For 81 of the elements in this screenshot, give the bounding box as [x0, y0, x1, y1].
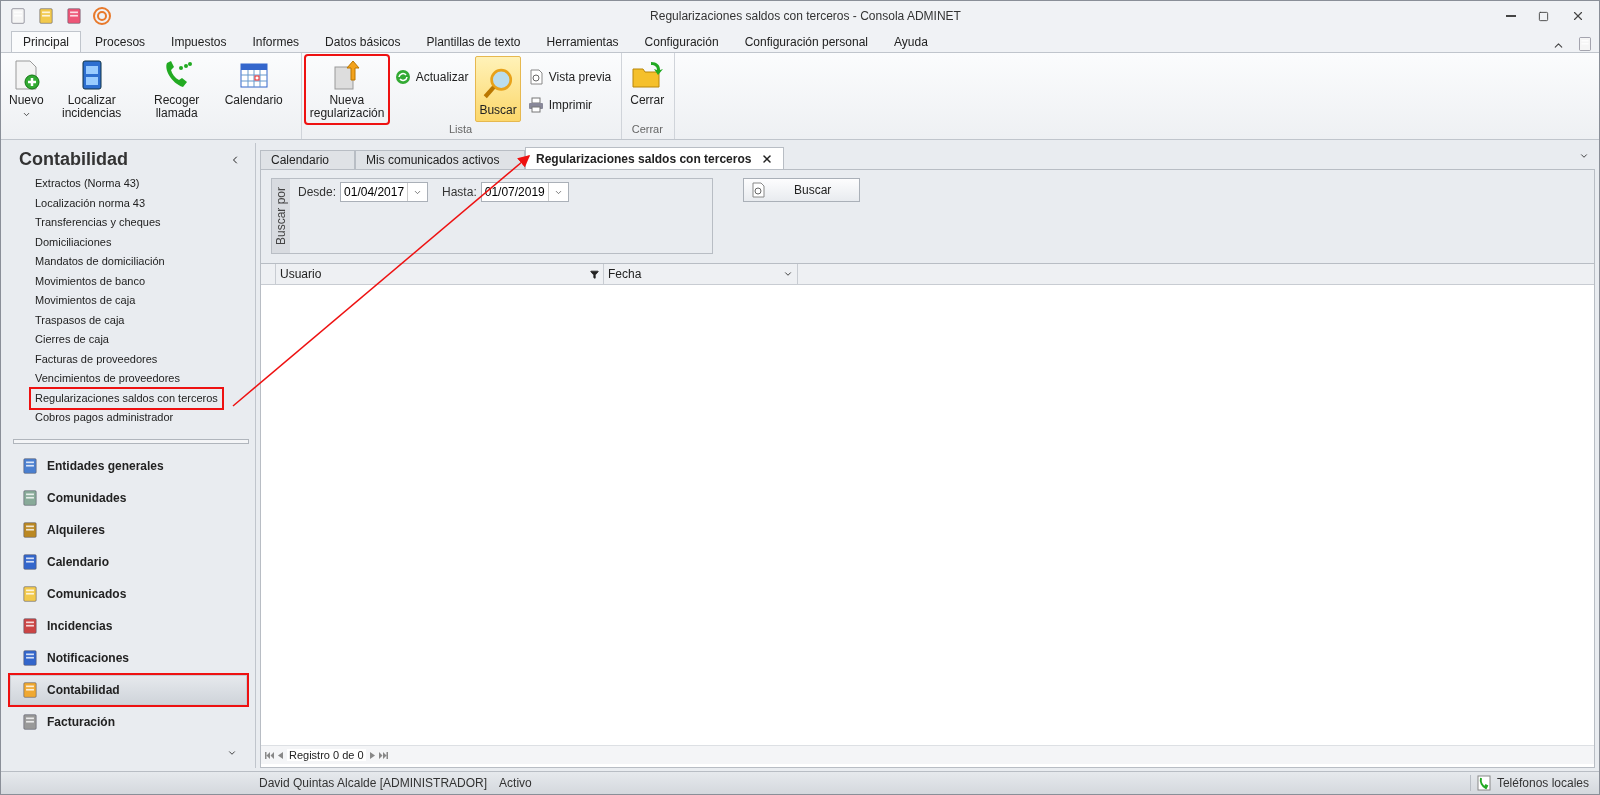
sidebar-link[interactable]: Localización norma 43: [31, 193, 150, 213]
tab-list-icon[interactable]: [1579, 151, 1589, 161]
sort-icon[interactable]: [783, 269, 793, 279]
sidebar-link[interactable]: Traspasos de caja: [31, 310, 129, 330]
sidebar-link[interactable]: Mandatos de domiciliación: [31, 252, 169, 272]
document-tab[interactable]: Mis comunicados activos: [355, 150, 525, 169]
last-icon[interactable]: [378, 751, 388, 759]
nav-item[interactable]: Notificaciones: [10, 643, 247, 673]
date-field[interactable]: 01/07/2019: [480, 182, 569, 202]
ribbon-button[interactable]: Imprimir: [523, 94, 616, 116]
sidebar-link[interactable]: Cierres de caja: [31, 330, 113, 350]
preview-icon: [527, 69, 544, 85]
nav-item[interactable]: Comunicados: [10, 579, 247, 609]
sidebar-link[interactable]: Movimientos de caja: [31, 291, 140, 311]
signal-icon: [93, 7, 111, 25]
ribbon-button[interactable]: Nuevo: [5, 56, 48, 122]
field-label: Hasta:: [442, 184, 477, 201]
group-label: Buscar por: [274, 187, 288, 245]
status-text: Activo: [499, 776, 532, 790]
sidebar-title: Contabilidad: [19, 149, 128, 170]
status-text: Teléfonos locales: [1496, 776, 1589, 790]
nav-item[interactable]: Contabilidad: [10, 675, 247, 705]
first-icon[interactable]: [265, 751, 274, 759]
ribbon-tab[interactable]: Informes: [240, 31, 312, 52]
sidebar-link[interactable]: Facturas de proveedores: [31, 349, 162, 369]
nav-item[interactable]: Calendario: [10, 547, 247, 577]
document-tab[interactable]: Regularizaciones saldos con terceros: [525, 147, 785, 169]
ribbon-tab[interactable]: Impuestos: [159, 31, 239, 52]
document-tab[interactable]: Calendario: [260, 150, 355, 169]
sidebar-link[interactable]: Transferencias y cheques: [31, 213, 165, 233]
ribbon-tab[interactable]: Principal: [11, 31, 82, 52]
ribbon-tab[interactable]: Herramientas: [534, 31, 631, 52]
user-name: David Quintas Alcalde [ADMINISTRADOR]: [259, 776, 488, 790]
more-icon[interactable]: [227, 748, 237, 758]
maximize-icon: [1538, 10, 1549, 22]
ribbon-tab[interactable]: Configuración: [632, 31, 731, 52]
printer-icon: [527, 97, 544, 113]
ribbon-button[interactable]: Localizar incidencias: [50, 56, 133, 123]
nav-item[interactable]: Alquileres: [10, 515, 247, 545]
ribbon-button[interactable]: Recoger llamada: [135, 56, 218, 123]
sidebar-link[interactable]: Regularizaciones saldos con terceros: [31, 388, 222, 408]
sidebar-link[interactable]: Domiciliaciones: [31, 232, 116, 252]
nav-item[interactable]: Incidencias: [10, 611, 247, 641]
column-header[interactable]: Fecha: [604, 264, 798, 284]
sidebar-link[interactable]: Cobros pagos administrador: [31, 408, 178, 428]
group-label: Lista: [447, 123, 474, 137]
previous-icon[interactable]: [278, 751, 283, 759]
sidebar-link[interactable]: Extractos (Norma 43): [31, 174, 144, 194]
record-counter: Registro 0 de 0: [287, 749, 366, 761]
caret-icon: [21, 110, 31, 119]
close-icon[interactable]: [761, 152, 774, 165]
ribbon-button[interactable]: Actualizar: [390, 66, 473, 88]
filter-icon[interactable]: [590, 269, 599, 279]
ribbon-button[interactable]: Calendario: [220, 56, 287, 122]
ribbon-button[interactable]: Nueva regularización: [305, 56, 388, 123]
ribbon-button[interactable]: Buscar: [475, 56, 521, 122]
ribbon-button[interactable]: Vista previa: [523, 66, 616, 88]
nav-item[interactable]: Entidades generales: [10, 451, 247, 481]
ribbon-tab[interactable]: Procesos: [83, 31, 158, 52]
ribbon-tab[interactable]: Plantillas de texto: [414, 31, 533, 52]
field-label: Desde:: [298, 184, 337, 201]
folder-icon: [631, 59, 664, 91]
preview-icon: [750, 182, 766, 198]
refresh-icon: [394, 69, 411, 85]
minimize-icon: [1506, 15, 1516, 17]
nav-item[interactable]: Comunidades: [10, 483, 247, 513]
next-icon[interactable]: [369, 751, 375, 759]
phone-icon: [1476, 775, 1491, 791]
sidebar-link[interactable]: Vencimientos de proveedores: [31, 369, 184, 389]
date-field[interactable]: 01/04/2017: [340, 182, 429, 202]
sidebar-link[interactable]: Movimientos de banco: [31, 271, 150, 291]
search-button[interactable]: Buscar: [743, 178, 860, 202]
close-icon: [1571, 9, 1585, 23]
ribbon-button[interactable]: Cerrar: [626, 56, 669, 122]
group-label: Cerrar: [630, 123, 664, 137]
ribbon-tab[interactable]: Configuración personal: [732, 31, 881, 52]
window-title: Regularizaciones saldos con terceros - Consola ADMINET: [649, 9, 962, 23]
ribbon-tab[interactable]: Datos básicos: [313, 31, 413, 52]
column-header[interactable]: Usuario: [276, 264, 604, 284]
nav-item[interactable]: Facturación: [10, 707, 247, 737]
ribbon-tab[interactable]: Ayuda: [882, 31, 940, 52]
